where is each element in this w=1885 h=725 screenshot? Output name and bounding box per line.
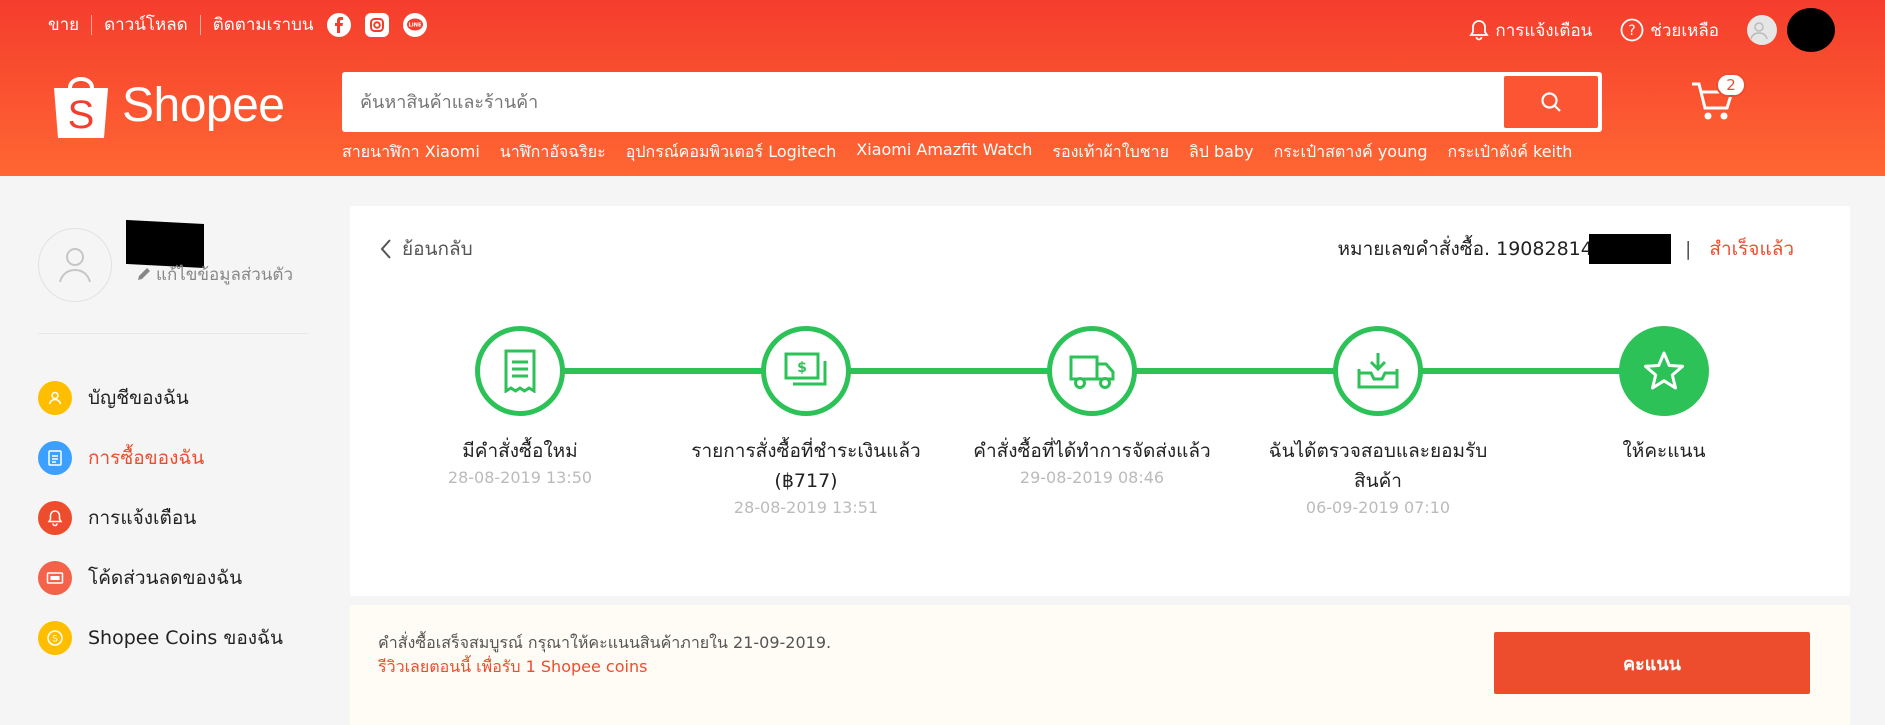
svg-text:?: ?: [1629, 23, 1636, 39]
step-date: 28-08-2019 13:51: [733, 498, 879, 517]
review-reward-link[interactable]: รีวิวเลยตอนนี้ เพื่อรับ 1 Shopee coins: [378, 655, 831, 679]
follow-label: ติดตามเราบน: [212, 15, 314, 35]
redacted-order-id: [1588, 234, 1671, 264]
sidebar-item-label: โค้ดส่วนลดของฉัน: [88, 567, 243, 589]
step-order-placed: มีคำสั่งซื้อใหม่ 28-08-2019 13:50: [390, 326, 650, 487]
chevron-left-icon: [380, 239, 391, 259]
notifications-label: การแจ้งเตือน: [1495, 20, 1593, 41]
profile-summary: แก้ไขข้อมูลส่วนตัว: [38, 210, 308, 334]
search-suggestions: สายนาฬิกา Xiaomi นาฬิกาอัจฉริยะ อุปกรณ์ค…: [342, 140, 1592, 165]
sidebar-item-shopee-coins[interactable]: S Shopee Coins ของฉัน: [38, 608, 308, 668]
sidebar-item-label: การแจ้งเตือน: [88, 507, 197, 529]
order-header: หมายเลขคำสั่งซื้อ. 190828145 | สำเร็จแล้…: [1338, 234, 1794, 264]
rate-deadline-text: คำสั่งซื้อเสร็จสมบูรณ์ กรุณาให้คะแนนสินค…: [378, 633, 832, 652]
download-link[interactable]: ดาวน์โหลด: [104, 11, 188, 38]
search-button[interactable]: [1504, 76, 1598, 128]
step-received: ฉันได้ตรวจสอบและยอมรับสินค้า 06-09-2019 …: [1248, 326, 1508, 517]
redacted-username: [126, 219, 204, 269]
step-shipped: คำสั่งซื้อที่ได้ทำการจัดส่งแล้ว 29-08-20…: [962, 326, 1222, 487]
account-sidebar: แก้ไขข้อมูลส่วนตัว บัญชีของฉัน การซื้อขอ…: [38, 210, 308, 668]
order-progress-stepper: มีคำสั่งซื้อใหม่ 28-08-2019 13:50 $ รายก…: [350, 326, 1850, 546]
divider: |: [1684, 238, 1692, 260]
account-menu[interactable]: [1747, 8, 1835, 52]
svg-text:LINE: LINE: [409, 22, 423, 28]
avatar[interactable]: [38, 228, 112, 302]
truck-icon: [1047, 326, 1137, 416]
rate-button[interactable]: คะแนน: [1494, 632, 1810, 694]
svg-text:S: S: [52, 635, 58, 645]
order-status: สำเร็จแล้ว: [1709, 238, 1794, 260]
inbox-download-icon: [1333, 326, 1423, 416]
sidebar-item-label: บัญชีของฉัน: [88, 387, 189, 409]
sell-link[interactable]: ขาย: [48, 11, 79, 38]
help-link[interactable]: ? ช่วยเหลือ: [1620, 17, 1719, 44]
step-label: คำสั่งซื้อที่ได้ทำการจัดส่งแล้ว: [973, 440, 1211, 462]
site-header: ขาย ดาวน์โหลด ติดตามเราบน LINE การแจ้งเต…: [0, 0, 1885, 176]
sidebar-item-notifications[interactable]: การแจ้งเตือน: [38, 488, 308, 548]
suggestion-link[interactable]: อุปกรณ์คอมพิวเตอร์ Logitech: [626, 140, 837, 165]
suggestion-link[interactable]: กระเป๋าสตางค์ young: [1274, 140, 1428, 165]
help-label: ช่วยเหลือ: [1650, 20, 1719, 41]
sidebar-item-label: การซื้อของฉัน: [88, 447, 205, 469]
step-date: 28-08-2019 13:50: [447, 468, 593, 487]
bell-icon: [38, 501, 72, 535]
step-label: รายการสั่งซื้อที่ชำระเงินแล้ว (฿717): [691, 440, 921, 492]
coin-icon: S: [38, 621, 72, 655]
sidebar-item-my-purchase[interactable]: การซื้อของฉัน: [38, 428, 308, 488]
line-icon[interactable]: LINE: [403, 12, 428, 37]
order-detail-card: ย้อนกลับ หมายเลขคำสั่งซื้อ. 190828145 | …: [350, 206, 1850, 596]
search-bar: [342, 72, 1602, 132]
pencil-icon: [138, 268, 150, 280]
divider: [91, 14, 93, 35]
shopee-logo[interactable]: S Shopee: [50, 70, 285, 140]
receipt-icon: [475, 326, 565, 416]
suggestion-link[interactable]: ลิป baby: [1189, 140, 1254, 165]
suggestion-link[interactable]: สายนาฬิกา Xiaomi: [342, 140, 480, 165]
back-label: ย้อนกลับ: [402, 238, 473, 260]
search-icon: [1541, 92, 1561, 112]
star-icon: [1619, 326, 1709, 416]
rate-notice-message: คำสั่งซื้อเสร็จสมบูรณ์ กรุณาให้คะแนนสินค…: [378, 631, 831, 679]
suggestion-link[interactable]: Xiaomi Amazfit Watch: [856, 140, 1032, 165]
suggestion-link[interactable]: นาฬิกาอัจฉริยะ: [500, 140, 606, 165]
step-label: มีคำสั่งซื้อใหม่: [462, 440, 578, 462]
search-input[interactable]: [360, 86, 1510, 118]
suggestion-link[interactable]: รองเท้าผ้าใบชาย: [1052, 140, 1169, 165]
step-rate: ให้คะแนน: [1534, 326, 1794, 468]
back-button[interactable]: ย้อนกลับ: [380, 234, 473, 264]
top-navbar: ขาย ดาวน์โหลด ติดตามเราบน LINE การแจ้งเต…: [0, 0, 1885, 52]
cart-count-badge: 2: [1716, 73, 1746, 97]
suggestion-link[interactable]: กระเป๋าตังค์ keith: [1448, 140, 1573, 165]
sidebar-item-my-account[interactable]: บัญชีของฉัน: [38, 368, 308, 428]
avatar: [1747, 15, 1777, 45]
sidebar-item-vouchers[interactable]: โค้ดส่วนลดของฉัน: [38, 548, 308, 608]
order-number: หมายเลขคำสั่งซื้อ. 190828145: [1337, 238, 1605, 260]
notifications-link[interactable]: การแจ้งเตือน: [1469, 17, 1592, 44]
instagram-icon[interactable]: [365, 12, 390, 37]
step-date: 06-09-2019 07:10: [1305, 498, 1451, 517]
edit-profile-link[interactable]: แก้ไขข้อมูลส่วนตัว: [136, 262, 306, 288]
sidebar-menu: บัญชีของฉัน การซื้อของฉัน การแจ้งเตือน โ…: [38, 368, 308, 668]
voucher-icon: [38, 561, 72, 595]
facebook-icon[interactable]: [327, 12, 352, 37]
money-icon: $: [761, 326, 851, 416]
step-label: ให้คะแนน: [1622, 440, 1706, 462]
help-icon: ?: [1620, 18, 1644, 42]
logo-text: Shopee: [122, 78, 285, 132]
sidebar-item-label: Shopee Coins ของฉัน: [88, 627, 283, 649]
step-label: ฉันได้ตรวจสอบและยอมรับสินค้า: [1268, 440, 1488, 492]
step-paid: $ รายการสั่งซื้อที่ชำระเงินแล้ว (฿717) 2…: [676, 326, 936, 517]
divider: [199, 14, 201, 35]
edit-profile-label: แก้ไขข้อมูลส่วนตัว: [156, 265, 294, 285]
shopee-bag-icon: S: [50, 70, 112, 140]
user-icon: [38, 381, 72, 415]
rate-notice-bar: คำสั่งซื้อเสร็จสมบูรณ์ กรุณาให้คะแนนสินค…: [350, 605, 1850, 725]
bell-icon: [1469, 20, 1490, 41]
svg-text:S: S: [68, 93, 95, 137]
clipboard-icon: [38, 441, 72, 475]
step-date: 29-08-2019 08:46: [1019, 468, 1165, 487]
redacted-username: [1787, 8, 1835, 52]
svg-text:$: $: [797, 360, 807, 376]
